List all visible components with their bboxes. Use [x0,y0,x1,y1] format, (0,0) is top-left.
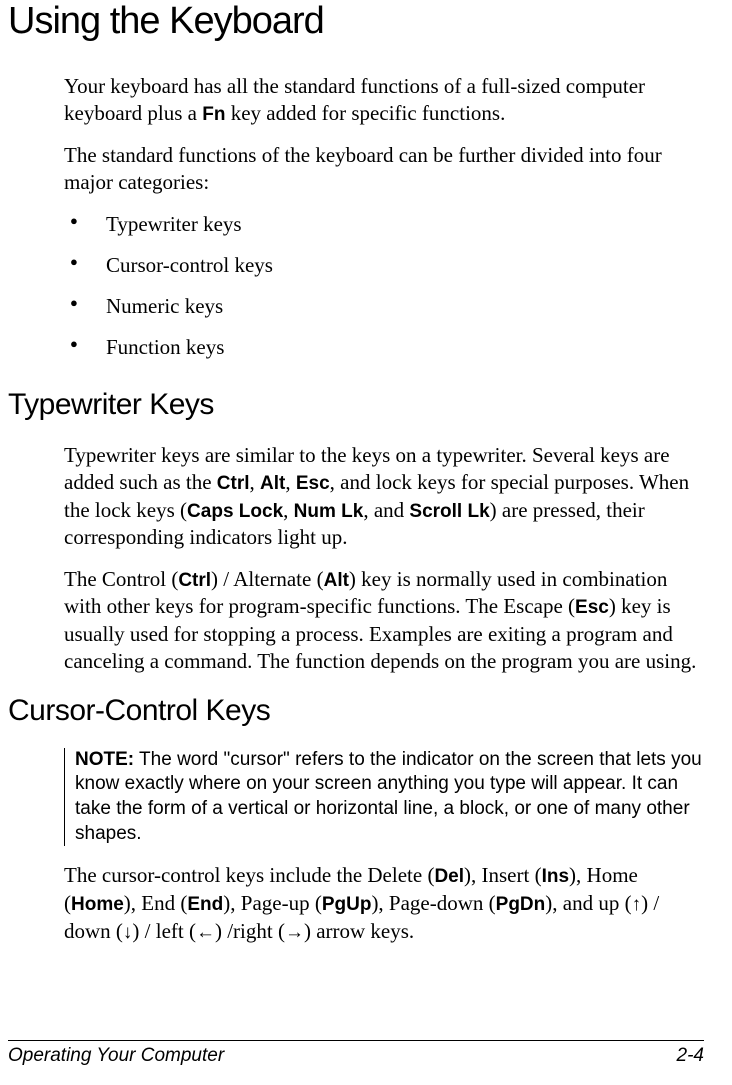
text: ), Page-down ( [371,891,495,915]
text: ) /right ( [215,919,285,943]
intro-paragraph-2: The standard functions of the keyboard c… [64,142,704,197]
note-label: NOTE: [75,749,134,770]
footer-left: Operating Your Computer [8,1045,224,1067]
key-ctrl: Ctrl [217,473,250,494]
key-scrolllk: Scroll Lk [409,501,489,522]
typewriter-paragraph-1: Typewriter keys are similar to the keys … [64,442,704,552]
intro-paragraph-1: Your keyboard has all the standard funct… [64,73,704,128]
key-del: Del [434,866,464,887]
note-text: NOTE: The word "cursor" refers to the in… [75,748,704,847]
list-item: Cursor-control keys [64,252,704,279]
key-pgdn: PgDn [496,894,546,915]
text: ), Insert ( [464,863,542,887]
key-esc: Esc [575,597,609,618]
text: , [285,470,296,494]
key-ctrl: Ctrl [178,570,211,591]
list-item: Function keys [64,334,704,361]
footer-page-number: 2-4 [677,1045,704,1067]
arrow-up-icon: ↑ [632,894,642,915]
text: The word "cursor" refers to the indicato… [75,749,702,844]
text: key added for specific functions. [225,101,505,125]
text: , [250,470,261,494]
key-pgup: PgUp [322,894,372,915]
list-item: Numeric keys [64,293,704,320]
key-alt: Alt [260,473,285,494]
text: The cursor-control keys include the Dele… [64,863,434,887]
page-title: Using the Keyboard [8,0,704,43]
page-footer: Operating Your Computer 2-4 [8,1040,704,1067]
key-esc: Esc [296,473,330,494]
text: ) / left ( [132,919,196,943]
key-capslock: Caps Lock [187,501,283,522]
text: ), and up ( [545,891,631,915]
cursor-paragraph-1: The cursor-control keys include the Dele… [64,862,704,945]
category-list: Typewriter keys Cursor-control keys Nume… [64,211,704,362]
text: ) / Alternate ( [211,567,324,591]
key-numlk: Num Lk [294,501,364,522]
key-alt: Alt [324,570,349,591]
text: ) arrow keys. [304,919,414,943]
key-end: End [187,894,223,915]
text: ), Page-up ( [223,891,322,915]
text: The Control ( [64,567,178,591]
key-fn: Fn [202,104,225,125]
section-heading-cursor: Cursor-Control Keys [8,694,704,728]
key-ins: Ins [542,866,569,887]
note-box: NOTE: The word "cursor" refers to the in… [64,748,704,847]
typewriter-paragraph-2: The Control (Ctrl) / Alternate (Alt) key… [64,566,704,676]
list-item: Typewriter keys [64,211,704,238]
arrow-left-icon: ← [196,922,215,943]
text: , and [363,498,409,522]
section-heading-typewriter: Typewriter Keys [8,388,704,422]
text: , [283,498,294,522]
key-home: Home [71,894,124,915]
arrow-right-icon: → [285,922,304,943]
text: ), End ( [124,891,188,915]
arrow-down-icon: ↓ [123,922,133,943]
